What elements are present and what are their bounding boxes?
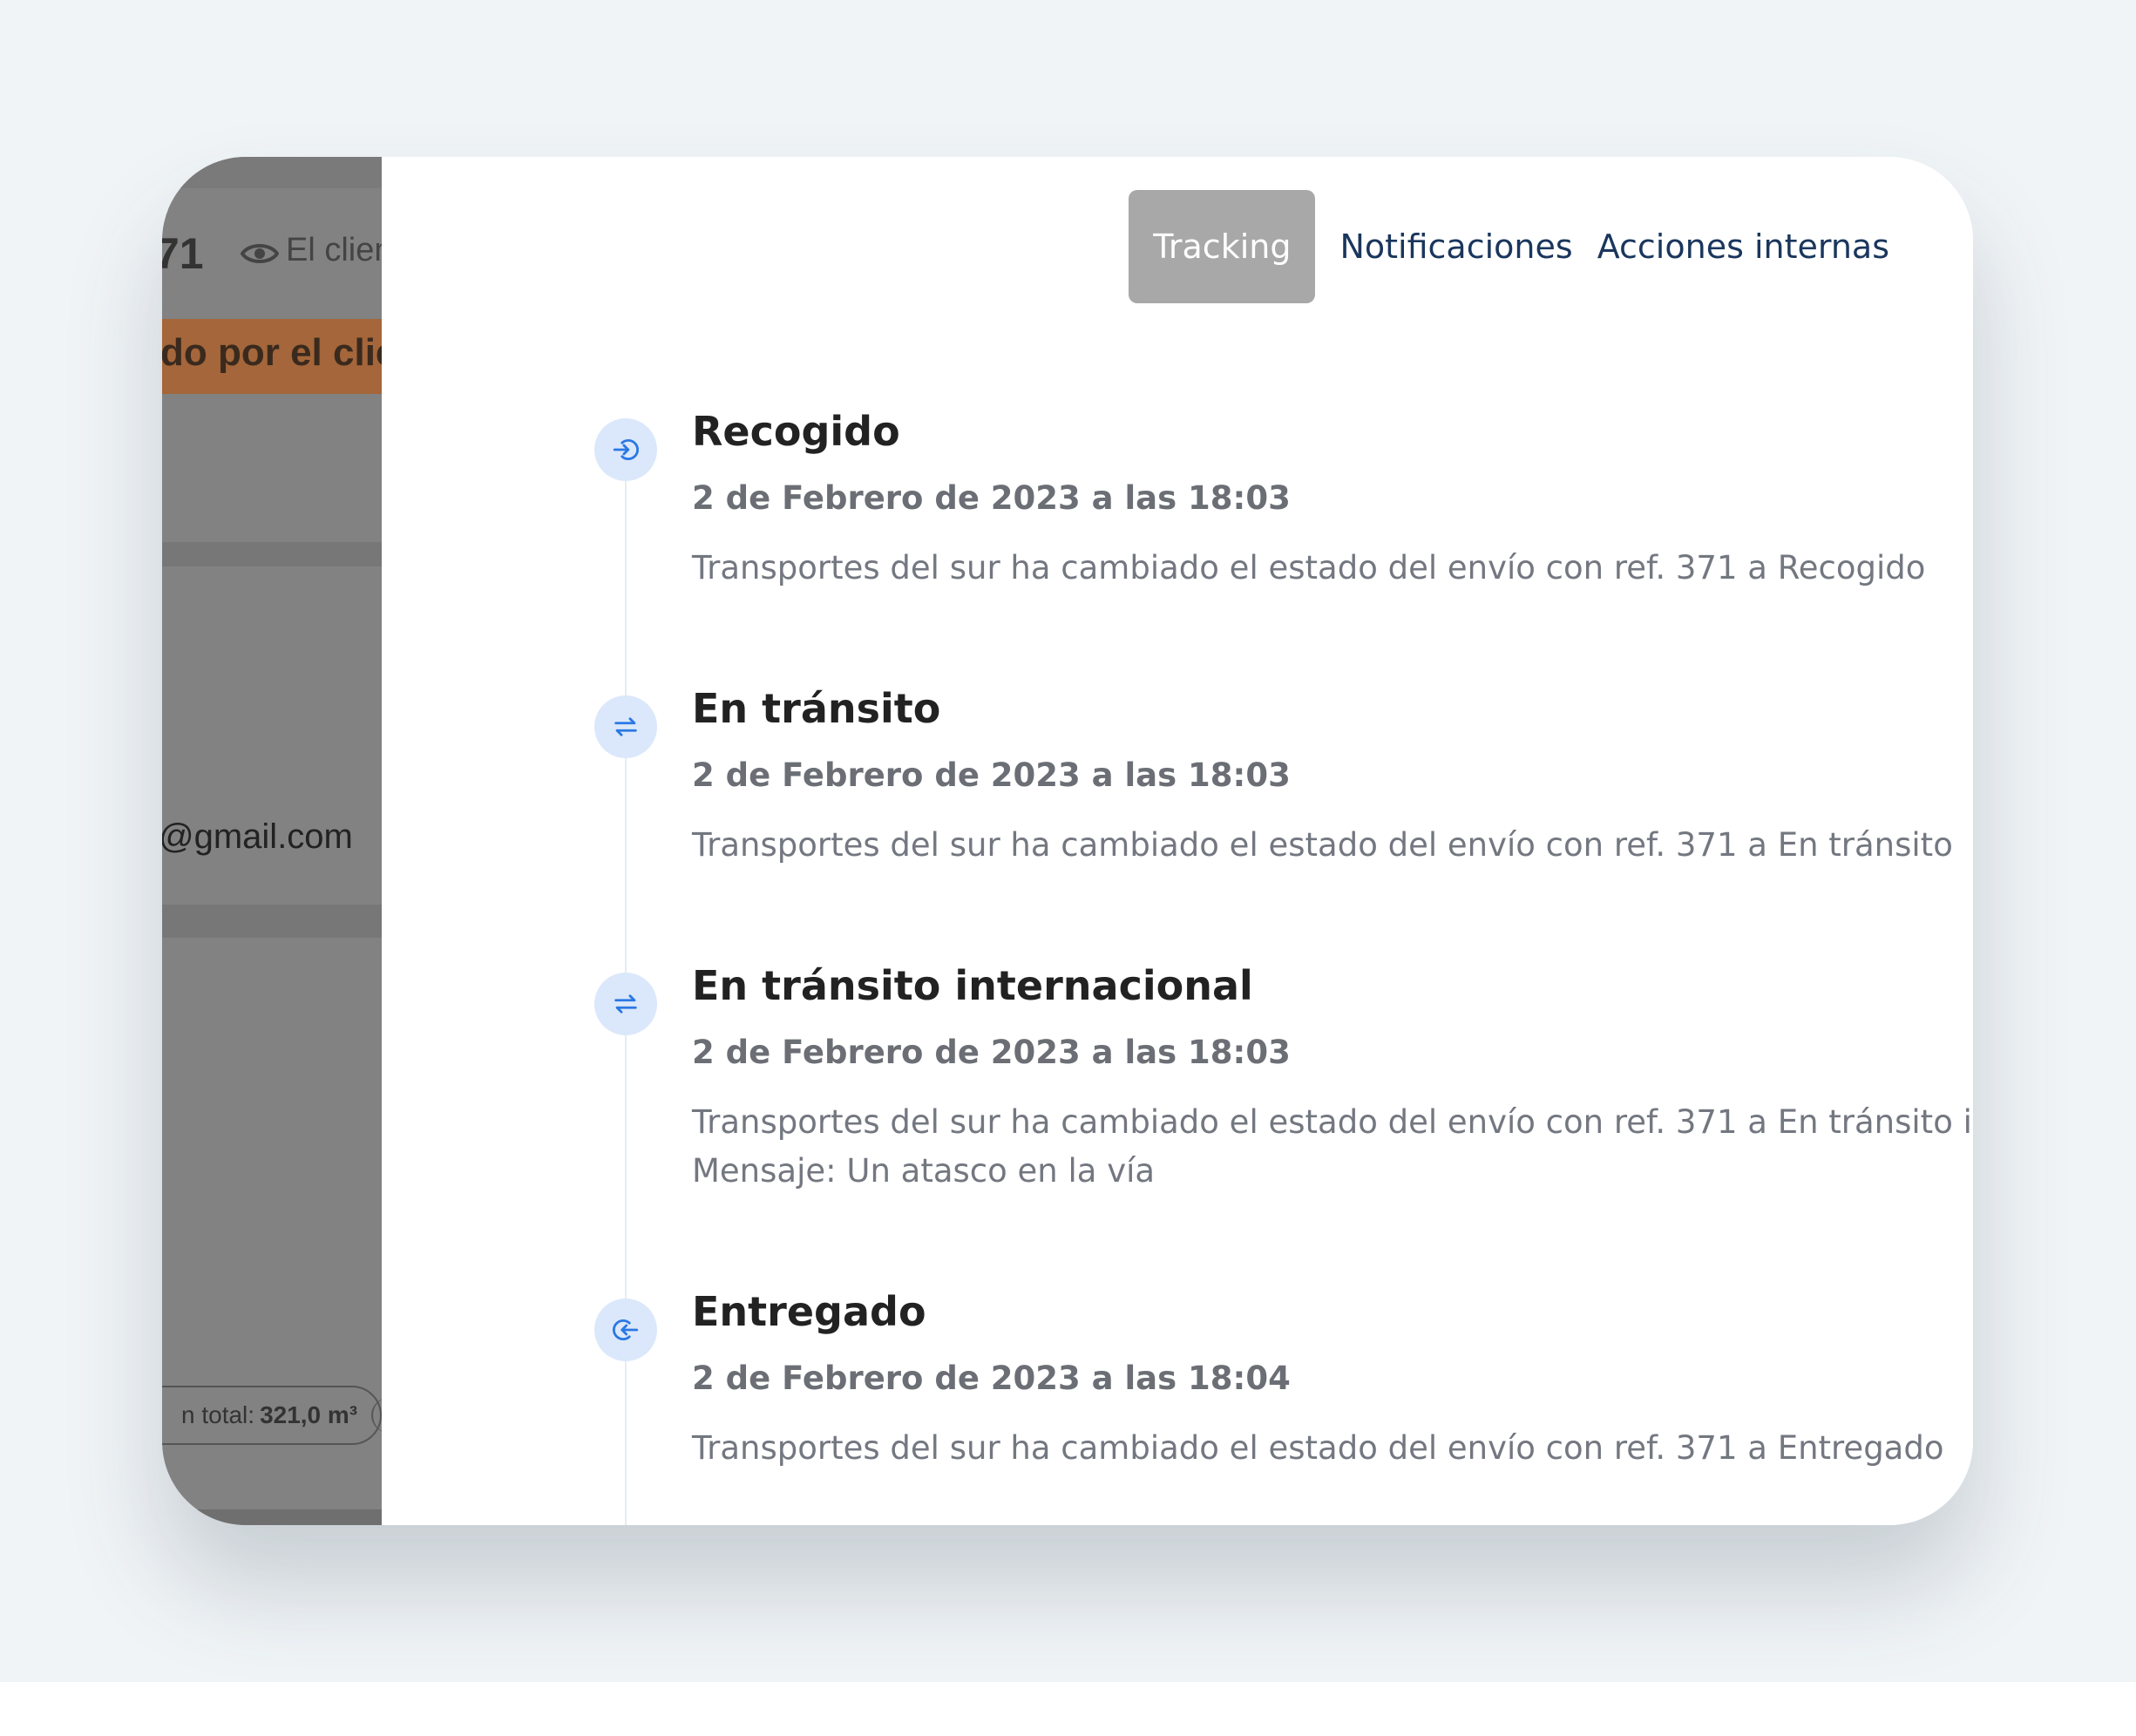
- tab-acciones-internas[interactable]: Acciones internas: [1597, 190, 1889, 303]
- event-date: 2 de Febrero de 2023 a las 18:03: [692, 756, 1291, 794]
- client-visibility: El clien: [240, 232, 382, 269]
- shipment-ref-fragment: 71: [162, 229, 204, 278]
- screenshot-card: 71 El clien do por el clie @gmail.com n …: [162, 157, 1973, 1525]
- section-divider: [162, 542, 382, 566]
- arrow-in-icon: [594, 418, 657, 481]
- eye-icon: [240, 238, 280, 264]
- event-description: Transportes del sur ha cambiado el estad…: [692, 1429, 1944, 1467]
- event-title: En tránsito internacional: [692, 962, 1253, 1009]
- client-visibility-text: El clien: [286, 232, 382, 268]
- tab-notificaciones[interactable]: Notificaciones: [1339, 190, 1572, 303]
- volume-label: n total:: [181, 1401, 255, 1428]
- event-description: Transportes del sur ha cambiado el estad…: [692, 1098, 1973, 1196]
- background-topbar: [162, 157, 382, 188]
- tab-tracking[interactable]: Tracking: [1129, 190, 1316, 303]
- event-message: Mensaje: Un atasco en la vía: [692, 1152, 1156, 1190]
- status-banner-text: do por el clie: [162, 331, 382, 374]
- event-title: Entregado: [692, 1288, 926, 1335]
- volume-value: 321,0 m³: [260, 1401, 358, 1428]
- background-bottombar: [162, 1509, 382, 1525]
- swap-arrows-icon: [594, 695, 657, 758]
- status-banner: do por el clie: [162, 319, 382, 394]
- arrow-out-icon: [594, 1299, 657, 1361]
- event-date: 2 de Febrero de 2023 a las 18:03: [692, 479, 1291, 517]
- tracking-drawer: Tracking Notificaciones Acciones interna…: [382, 157, 1973, 1525]
- event-description: Transportes del sur ha cambiado el estad…: [692, 826, 1953, 864]
- event-description: Transportes del sur ha cambiado el estad…: [692, 549, 1926, 587]
- background-app-overlay: 71 El clien do por el clie @gmail.com n …: [162, 157, 382, 1525]
- event-date: 2 de Febrero de 2023 a las 18:04: [692, 1360, 1291, 1397]
- drawer-tabs: Tracking Notificaciones Acciones interna…: [1129, 190, 1889, 303]
- event-title: En tránsito: [692, 685, 941, 732]
- event-title: Recogido: [692, 408, 900, 455]
- swap-arrows-icon: [594, 973, 657, 1035]
- event-date: 2 de Febrero de 2023 a las 18:03: [692, 1034, 1291, 1071]
- section-divider: [162, 905, 382, 938]
- volume-badge: n total: 321,0 m³: [162, 1386, 382, 1445]
- client-email-fragment: @gmail.com: [162, 817, 353, 856]
- event-description-line: Transportes del sur ha cambiado el estad…: [692, 1103, 1973, 1141]
